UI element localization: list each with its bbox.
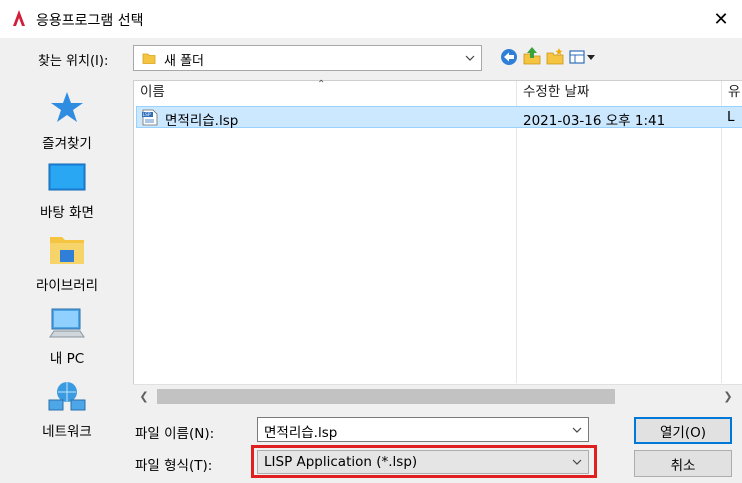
network-icon <box>48 382 86 411</box>
back-icon[interactable] <box>499 47 519 67</box>
window-title: 응용프로그램 선택 <box>36 13 144 29</box>
file-name: 면적리습.lsp <box>165 113 239 129</box>
horizontal-scrollbar[interactable]: ❮ ❯ <box>133 384 742 408</box>
column-name-label: 이름 <box>140 84 165 100</box>
place-label: 즐겨찾기 <box>42 136 92 152</box>
close-button[interactable]: ✕ <box>700 0 742 38</box>
folder-icon <box>142 53 156 64</box>
lsp-file-icon: LSP <box>142 109 158 126</box>
place-label: 내 PC <box>49 351 85 367</box>
file-name-input[interactable]: 면적리습.lsp <box>257 417 589 442</box>
new-folder-icon[interactable] <box>545 47 565 67</box>
autocad-app-icon <box>13 10 25 26</box>
look-in-label: 찾는 위치(I): <box>38 54 109 69</box>
svg-text:LSP: LSP <box>143 112 151 118</box>
computer-icon <box>49 308 85 338</box>
chevron-left-icon: ❮ <box>139 390 149 403</box>
place-favorites[interactable]: 즐겨찾기 <box>8 90 126 152</box>
place-desktop[interactable]: 바탕 화면 <box>8 162 126 221</box>
title-bar: 응용프로그램 선택 ✕ <box>0 0 742 38</box>
place-label: 바탕 화면 <box>40 205 94 221</box>
file-name-label: 파일 이름(N): <box>135 426 215 442</box>
file-type: L <box>727 109 735 125</box>
place-libraries[interactable]: 라이브러리 <box>8 232 126 294</box>
scroll-left-button[interactable]: ❮ <box>133 385 155 408</box>
scrollbar-thumb[interactable] <box>157 389 615 404</box>
place-this-pc[interactable]: 내 PC <box>8 307 126 367</box>
view-menu-icon[interactable] <box>568 47 598 67</box>
library-icon <box>50 237 84 264</box>
chevron-down-icon <box>465 55 475 61</box>
file-name-value: 면적리습.lsp <box>264 425 338 441</box>
file-row[interactable]: LSP 면적리습.lsp 2021-03-16 오후 1:41 L <box>136 106 742 129</box>
desktop-icon <box>48 163 86 191</box>
place-label: 네트워크 <box>42 424 92 440</box>
file-list[interactable]: 이름 ⌃ 수정한 날짜 유 LSP 면적리습.lsp 2021-03-16 오후… <box>133 79 742 408</box>
file-date: 2021-03-16 오후 1:41 <box>523 113 666 129</box>
column-header-name[interactable]: 이름 <box>134 81 522 105</box>
places-bar: 즐겨찾기 바탕 화면 라이브러리 내 PC 네트워크 <box>8 80 126 464</box>
look-in-dropdown[interactable]: 새 폴더 <box>133 45 482 71</box>
file-type-label: 파일 형식(T): <box>135 458 213 474</box>
place-network[interactable]: 네트워크 <box>8 380 126 440</box>
open-button[interactable]: 열기(O) <box>634 417 732 444</box>
cancel-button[interactable]: 취소 <box>634 450 732 477</box>
column-header-date[interactable]: 수정한 날짜 <box>517 81 727 105</box>
column-header-type[interactable]: 유 <box>722 81 742 105</box>
star-icon <box>51 92 83 122</box>
look-in-value: 새 폴더 <box>164 54 205 69</box>
scroll-right-button[interactable]: ❯ <box>717 385 739 408</box>
column-date-label: 수정한 날짜 <box>523 84 590 100</box>
close-icon: ✕ <box>713 8 729 30</box>
chevron-right-icon: ❯ <box>723 390 733 403</box>
place-label: 라이브러리 <box>35 278 99 294</box>
up-folder-icon[interactable] <box>522 46 542 66</box>
sort-ascending-icon: ⌃ <box>317 79 326 90</box>
column-type-label: 유 <box>728 84 741 100</box>
chevron-down-icon[interactable] <box>571 424 583 436</box>
annotation-highlight-box <box>251 445 597 478</box>
